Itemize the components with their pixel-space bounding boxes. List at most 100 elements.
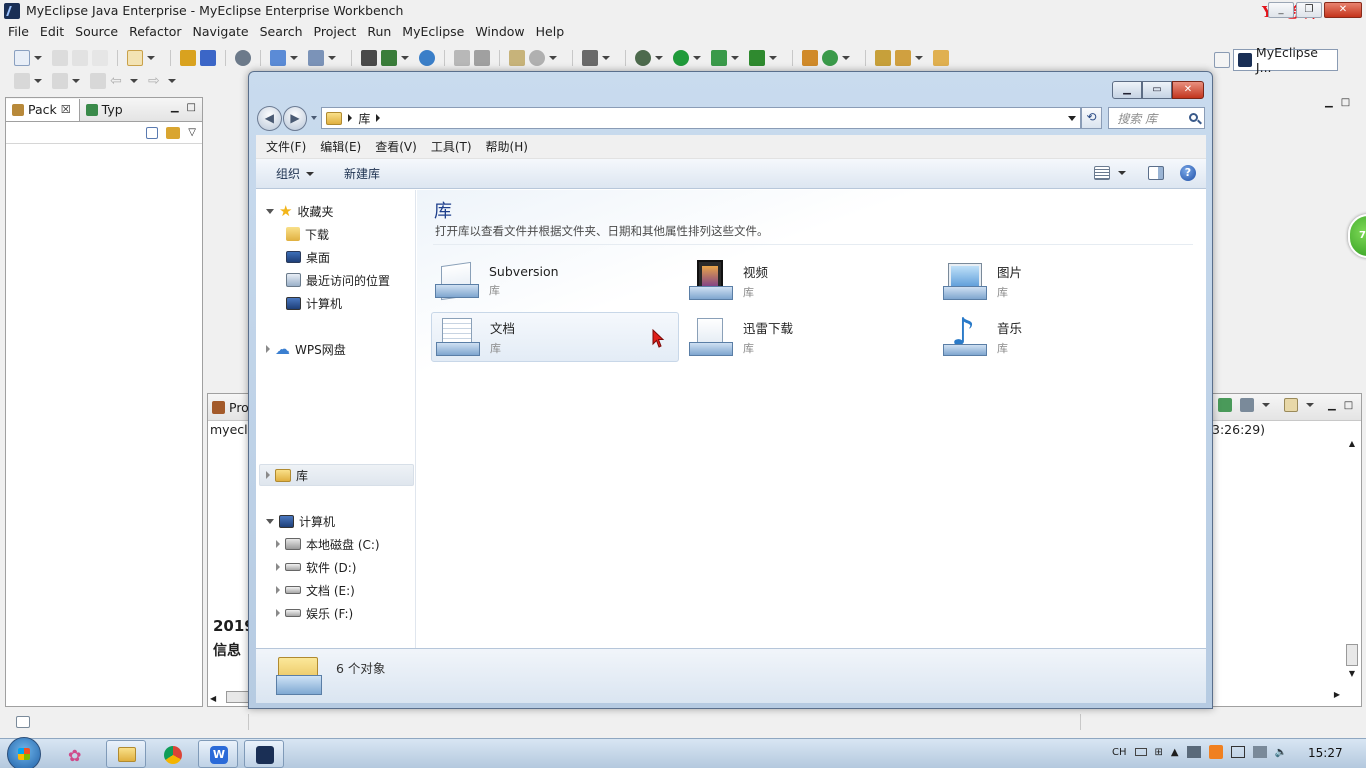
library-music[interactable]: ♪ 音乐 库 bbox=[939, 312, 1187, 362]
menu-myeclipse[interactable]: MyEclipse bbox=[398, 24, 471, 39]
new-project-icon[interactable] bbox=[127, 50, 143, 66]
menu-source[interactable]: Source bbox=[71, 24, 125, 39]
close-icon[interactable]: ☒ bbox=[61, 103, 71, 116]
nav-libraries[interactable]: 库 bbox=[266, 465, 308, 485]
dropdown-icon[interactable] bbox=[769, 56, 777, 60]
perspective-switcher[interactable]: MyEclipse J... bbox=[1233, 45, 1338, 75]
network-tray-icon[interactable] bbox=[1186, 746, 1201, 758]
minimize-view-icon[interactable]: ▁ bbox=[171, 102, 179, 113]
dropdown-icon[interactable] bbox=[655, 56, 663, 60]
expand-icon[interactable] bbox=[276, 609, 280, 617]
library-subversion[interactable]: Subversion 库 bbox=[431, 256, 679, 306]
nav-drive-d[interactable]: 软件 (D:) bbox=[276, 557, 356, 577]
dropdown-icon[interactable] bbox=[72, 79, 80, 83]
expand-icon[interactable] bbox=[276, 586, 280, 594]
dropdown-icon[interactable] bbox=[328, 56, 336, 60]
expand-icon[interactable] bbox=[276, 540, 280, 548]
nav-computer-shortcut[interactable]: 计算机 bbox=[286, 293, 342, 313]
search-icon[interactable] bbox=[1189, 113, 1198, 122]
action-center-icon[interactable] bbox=[1252, 746, 1267, 758]
menu-help[interactable]: Help bbox=[532, 24, 572, 39]
expand-icon[interactable] bbox=[266, 518, 274, 524]
minimize-button[interactable]: _ bbox=[1268, 2, 1294, 18]
search-input[interactable]: 搜索 库 bbox=[1108, 107, 1205, 129]
back-button[interactable]: ◀ bbox=[257, 105, 282, 131]
dropdown-icon[interactable] bbox=[34, 79, 42, 83]
new-class-icon[interactable] bbox=[802, 50, 818, 66]
explorer-minimize-button[interactable]: ▁ bbox=[1112, 81, 1142, 99]
refresh-button[interactable]: ⟲ bbox=[1080, 107, 1103, 129]
menu-view-cn[interactable]: 查看(V) bbox=[369, 138, 425, 155]
menu-navigate[interactable]: Navigate bbox=[189, 24, 256, 39]
scroll-down-icon[interactable]: ▼ bbox=[1345, 669, 1359, 678]
change-view-button[interactable] bbox=[1094, 166, 1126, 180]
nav-favorites[interactable]: ★ 收藏夹 bbox=[266, 201, 333, 221]
taskbar-app-flower[interactable]: ✿ bbox=[55, 740, 95, 768]
html-icon[interactable] bbox=[381, 50, 397, 66]
minimize-view-icon[interactable]: ▁ bbox=[1325, 97, 1333, 108]
new-dropdown-icon[interactable] bbox=[34, 56, 42, 60]
camera-icon[interactable] bbox=[582, 50, 598, 66]
library-videos[interactable]: 视频 库 bbox=[685, 256, 933, 306]
menu-tools-cn[interactable]: 工具(T) bbox=[425, 138, 480, 155]
clean-icon[interactable] bbox=[474, 50, 490, 66]
scroll-up-icon[interactable]: ▲ bbox=[1345, 439, 1359, 448]
maximize-view-icon[interactable]: □ bbox=[1344, 400, 1353, 411]
address-bar[interactable]: 库 bbox=[321, 107, 1081, 129]
open-console-icon[interactable] bbox=[1284, 398, 1298, 412]
next-annotation-icon[interactable] bbox=[52, 73, 68, 89]
volume-icon[interactable]: 🔈 bbox=[1275, 747, 1287, 758]
restore-button[interactable]: ❐ bbox=[1296, 2, 1322, 18]
server-icon[interactable] bbox=[235, 50, 251, 66]
library-documents[interactable]: 文档 库 bbox=[431, 312, 679, 362]
dropdown-icon[interactable] bbox=[1306, 403, 1314, 407]
deploy-icon[interactable] bbox=[200, 50, 216, 66]
dropdown-icon[interactable] bbox=[290, 56, 298, 60]
library-pictures[interactable]: 图片 库 bbox=[939, 256, 1187, 306]
pen-icon[interactable] bbox=[895, 50, 911, 66]
help-icon[interactable]: ? bbox=[1180, 165, 1196, 181]
tasks-icon[interactable] bbox=[509, 50, 525, 66]
expand-icon[interactable] bbox=[276, 563, 280, 571]
web-service-icon[interactable] bbox=[361, 50, 377, 66]
dropdown-icon[interactable] bbox=[168, 79, 176, 83]
maximize-view-icon[interactable]: □ bbox=[187, 102, 196, 113]
open-task-icon[interactable] bbox=[933, 50, 949, 66]
profile-icon[interactable] bbox=[749, 50, 765, 66]
run-icon[interactable] bbox=[673, 50, 689, 66]
address-dropdown-icon[interactable] bbox=[1067, 116, 1076, 121]
scroll-thumb[interactable] bbox=[1346, 644, 1358, 666]
back-arrow-icon[interactable]: ⇦ bbox=[110, 73, 126, 89]
refresh-icon[interactable] bbox=[822, 50, 838, 66]
debug-icon[interactable] bbox=[635, 50, 651, 66]
build-icon[interactable] bbox=[454, 50, 470, 66]
menu-file[interactable]: File bbox=[4, 24, 36, 39]
dropdown-icon[interactable] bbox=[731, 56, 739, 60]
expand-icon[interactable] bbox=[266, 471, 270, 479]
nav-drive-f[interactable]: 娱乐 (F:) bbox=[276, 603, 353, 623]
view-menu-icon[interactable]: ▽ bbox=[188, 127, 196, 138]
explorer-close-button[interactable]: ✕ bbox=[1172, 81, 1204, 99]
taskbar-app-wps[interactable]: W bbox=[198, 740, 238, 768]
fast-view-icon[interactable] bbox=[16, 716, 30, 728]
breadcrumb-arrow-icon[interactable] bbox=[376, 114, 381, 122]
menu-edit[interactable]: Edit bbox=[36, 24, 71, 39]
taskbar-app-explorer[interactable] bbox=[106, 740, 146, 768]
forward-arrow-icon[interactable]: ⇨ bbox=[148, 73, 164, 89]
settings-icon[interactable] bbox=[529, 50, 545, 66]
open-perspective-icon[interactable] bbox=[1214, 52, 1230, 68]
scroll-left-icon[interactable]: ◀ bbox=[210, 694, 216, 703]
show-hidden-icons[interactable]: ▲ bbox=[1171, 747, 1179, 758]
dropdown-icon[interactable] bbox=[693, 56, 701, 60]
collapse-all-icon[interactable] bbox=[146, 126, 159, 139]
display-console-icon[interactable] bbox=[1240, 398, 1254, 412]
tab-type-hierarchy[interactable]: Typ bbox=[80, 99, 131, 121]
menu-refactor[interactable]: Refactor bbox=[125, 24, 188, 39]
breadcrumb-arrow-icon[interactable] bbox=[348, 114, 353, 122]
nav-computer[interactable]: 计算机 bbox=[266, 511, 335, 531]
scroll-thumb[interactable] bbox=[226, 691, 250, 703]
run-external-icon[interactable] bbox=[711, 50, 727, 66]
link-with-editor-icon[interactable] bbox=[166, 126, 181, 139]
console-vertical-scrollbar[interactable]: ▲ ▼ bbox=[1345, 439, 1359, 679]
minimize-view-icon[interactable]: ▁ bbox=[1328, 400, 1336, 411]
